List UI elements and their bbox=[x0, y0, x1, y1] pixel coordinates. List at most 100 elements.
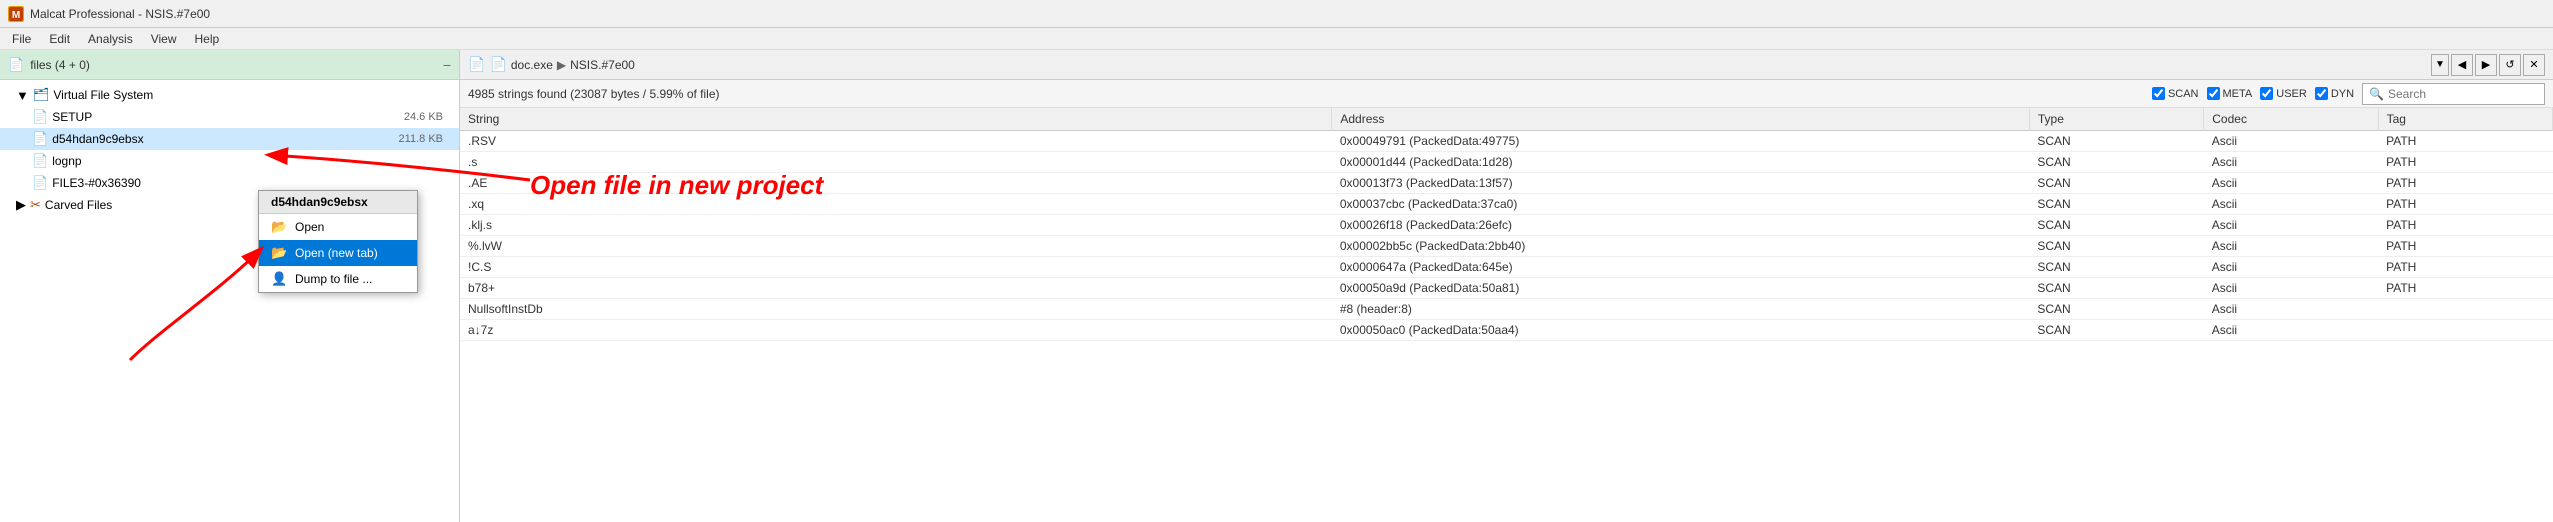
breadcrumb-separator: ▶ bbox=[557, 58, 566, 72]
search-box[interactable]: 🔍 bbox=[2362, 83, 2545, 105]
right-panel-toolbar: 4985 strings found (23087 bytes / 5.99% … bbox=[460, 80, 2553, 108]
nav-forward-button[interactable]: ▶ bbox=[2475, 54, 2497, 76]
cell-codec: Ascii bbox=[2204, 152, 2378, 173]
cell-tag: PATH bbox=[2378, 173, 2552, 194]
cell-string: .klj.s bbox=[460, 215, 1332, 236]
tree-item-setup[interactable]: 📄 SETUP 24.6 KB bbox=[0, 106, 459, 128]
doc-icon: 📄 bbox=[468, 56, 485, 73]
table-row[interactable]: .AE 0x00013f73 (PackedData:13f57) SCAN A… bbox=[460, 173, 2553, 194]
cell-address: 0x0000647a (PackedData:645e) bbox=[1332, 257, 2030, 278]
dump-icon: 👤 bbox=[271, 271, 287, 287]
breadcrumb-doc: doc.exe bbox=[511, 58, 553, 72]
vfs-folder-icon: 🗂 bbox=[33, 87, 50, 103]
carved-expand-icon: ▶ bbox=[16, 197, 26, 213]
menu-help[interactable]: Help bbox=[187, 30, 228, 48]
setup-file-icon: 📄 bbox=[32, 109, 48, 125]
lognp-file-icon: 📄 bbox=[32, 153, 48, 169]
context-menu-open-label: Open bbox=[295, 220, 324, 234]
nav-refresh-button[interactable]: ↺ bbox=[2499, 54, 2521, 76]
cell-string: .AE bbox=[460, 173, 1332, 194]
table-row[interactable]: .RSV 0x00049791 (PackedData:49775) SCAN … bbox=[460, 131, 2553, 152]
checkbox-meta-input[interactable] bbox=[2207, 87, 2220, 100]
context-menu-dump[interactable]: 👤 Dump to file ... bbox=[259, 266, 417, 292]
cell-codec: Ascii bbox=[2204, 320, 2378, 341]
checkbox-dyn[interactable]: DYN bbox=[2315, 87, 2354, 100]
cell-address: 0x00013f73 (PackedData:13f57) bbox=[1332, 173, 2030, 194]
cell-codec: Ascii bbox=[2204, 257, 2378, 278]
cell-address: 0x00049791 (PackedData:49775) bbox=[1332, 131, 2030, 152]
panel-file-icon: 📄 bbox=[8, 57, 24, 73]
cell-codec: Ascii bbox=[2204, 173, 2378, 194]
open-icon: 📂 bbox=[271, 219, 287, 235]
carved-folder-icon: ✂ bbox=[30, 197, 41, 213]
checkbox-dyn-input[interactable] bbox=[2315, 87, 2328, 100]
tree-item-lognp[interactable]: 📄 lognp bbox=[0, 150, 459, 172]
breadcrumb-dropdown[interactable]: ▼ bbox=[2431, 54, 2449, 76]
cell-address: 0x00001d44 (PackedData:1d28) bbox=[1332, 152, 2030, 173]
cell-string: .s bbox=[460, 152, 1332, 173]
menu-view[interactable]: View bbox=[143, 30, 185, 48]
menu-file[interactable]: File bbox=[4, 30, 39, 48]
checkbox-dyn-label: DYN bbox=[2331, 88, 2354, 100]
panel-header-left: 📄 files (4 + 0) bbox=[8, 57, 90, 73]
cell-codec: Ascii bbox=[2204, 194, 2378, 215]
svg-text:M: M bbox=[12, 10, 20, 21]
menu-analysis[interactable]: Analysis bbox=[80, 30, 141, 48]
col-header-tag: Tag bbox=[2378, 108, 2552, 131]
menu-edit[interactable]: Edit bbox=[41, 30, 78, 48]
table-row[interactable]: .klj.s 0x00026f18 (PackedData:26efc) SCA… bbox=[460, 215, 2553, 236]
panel-collapse-button[interactable]: − bbox=[443, 57, 451, 73]
app-icon: M bbox=[8, 6, 24, 22]
table-body: .RSV 0x00049791 (PackedData:49775) SCAN … bbox=[460, 131, 2553, 341]
table-row[interactable]: !C.S 0x0000647a (PackedData:645e) SCAN A… bbox=[460, 257, 2553, 278]
cell-string: !C.S bbox=[460, 257, 1332, 278]
context-menu-open-new-tab[interactable]: 📂 Open (new tab) bbox=[259, 240, 417, 266]
cell-string: NullsoftInstDb bbox=[460, 299, 1332, 320]
table-row[interactable]: .s 0x00001d44 (PackedData:1d28) SCAN Asc… bbox=[460, 152, 2553, 173]
tree-label-setup: SETUP bbox=[52, 110, 404, 124]
checkbox-scan[interactable]: SCAN bbox=[2152, 87, 2199, 100]
cell-codec: Ascii bbox=[2204, 236, 2378, 257]
table-row[interactable]: .xq 0x00037cbc (PackedData:37ca0) SCAN A… bbox=[460, 194, 2553, 215]
cell-codec: Ascii bbox=[2204, 131, 2378, 152]
cell-type: SCAN bbox=[2029, 320, 2203, 341]
tree-label-file3: FILE3-#0x36390 bbox=[52, 176, 443, 190]
table-row[interactable]: b78+ 0x00050a9d (PackedData:50a81) SCAN … bbox=[460, 278, 2553, 299]
left-panel: 📄 files (4 + 0) − ▼ 🗂 Virtual File Syste… bbox=[0, 50, 460, 522]
tree-item-vfs[interactable]: ▼ 🗂 Virtual File System bbox=[0, 84, 459, 106]
checkbox-scan-input[interactable] bbox=[2152, 87, 2165, 100]
search-input[interactable] bbox=[2388, 87, 2538, 101]
checkbox-user[interactable]: USER bbox=[2260, 87, 2307, 100]
strings-table: String Address Type Codec Tag .RSV 0x000… bbox=[460, 108, 2553, 341]
nav-buttons: ▼ ◀ ▶ ↺ ✕ bbox=[2429, 54, 2545, 76]
table-row[interactable]: %.lvW 0x00002bb5c (PackedData:2bb40) SCA… bbox=[460, 236, 2553, 257]
checkbox-meta[interactable]: META bbox=[2207, 87, 2253, 100]
table-row[interactable]: NullsoftInstDb #8 (header:8) SCAN Ascii bbox=[460, 299, 2553, 320]
table-container: String Address Type Codec Tag .RSV 0x000… bbox=[460, 108, 2553, 522]
nav-back-button[interactable]: ◀ bbox=[2451, 54, 2473, 76]
vfs-expand-icon: ▼ bbox=[16, 88, 29, 103]
context-menu-open[interactable]: 📂 Open bbox=[259, 214, 417, 240]
cell-address: 0x00002bb5c (PackedData:2bb40) bbox=[1332, 236, 2030, 257]
cell-address: 0x00050a9d (PackedData:50a81) bbox=[1332, 278, 2030, 299]
right-panel: 📄 📄 doc.exe ▶ NSIS.#7e00 ▼ ◀ ▶ ↺ ✕ 4985 … bbox=[460, 50, 2553, 522]
cell-tag bbox=[2378, 299, 2552, 320]
cell-type: SCAN bbox=[2029, 131, 2203, 152]
file-tree: ▼ 🗂 Virtual File System 📄 SETUP 24.6 KB … bbox=[0, 80, 459, 522]
cell-address: 0x00026f18 (PackedData:26efc) bbox=[1332, 215, 2030, 236]
context-menu-header: d54hdan9c9ebsx bbox=[259, 191, 417, 214]
cell-tag: PATH bbox=[2378, 236, 2552, 257]
file3-file-icon: 📄 bbox=[32, 175, 48, 191]
tree-item-d54hdan[interactable]: 📄 d54hdan9c9ebsx 211.8 KB bbox=[0, 128, 459, 150]
cell-type: SCAN bbox=[2029, 215, 2203, 236]
panel-title: files (4 + 0) bbox=[30, 58, 90, 72]
d54hdan-file-icon: 📄 bbox=[32, 131, 48, 147]
cell-string: .RSV bbox=[460, 131, 1332, 152]
table-row[interactable]: a↓7z 0x00050ac0 (PackedData:50aa4) SCAN … bbox=[460, 320, 2553, 341]
checkbox-user-input[interactable] bbox=[2260, 87, 2273, 100]
cell-codec: Ascii bbox=[2204, 215, 2378, 236]
table-header-row: String Address Type Codec Tag bbox=[460, 108, 2553, 131]
nav-close-button[interactable]: ✕ bbox=[2523, 54, 2545, 76]
col-header-string: String bbox=[460, 108, 1332, 131]
main-content: 📄 files (4 + 0) − ▼ 🗂 Virtual File Syste… bbox=[0, 50, 2553, 522]
